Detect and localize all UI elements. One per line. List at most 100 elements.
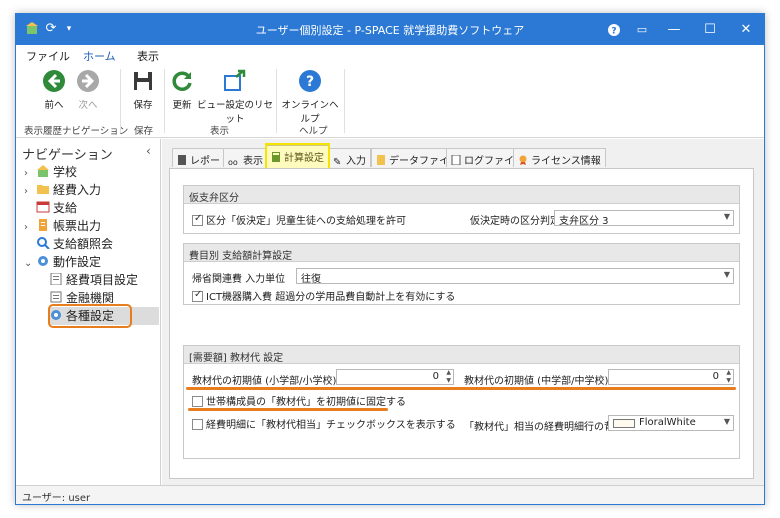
tab-input[interactable]: ✎ 入力: [328, 148, 371, 168]
nav-item-operation-settings[interactable]: ⌄ 動作設定: [24, 253, 101, 271]
nav-item-school[interactable]: › 学校: [24, 163, 77, 181]
folder-icon: [37, 185, 49, 194]
forward-arrow-icon: [77, 70, 99, 92]
app-window: ⟳ ▾ ユーザー個別設定 - P-SPACE 就学援助費ソフトウェア ? ▭ —…: [15, 13, 765, 505]
menu-bar: ファイル ホーム 表示: [16, 45, 764, 67]
refresh-icon: [172, 71, 192, 91]
back-arrow-icon: [43, 70, 65, 92]
minimize-button[interactable]: —: [656, 14, 692, 45]
online-help-label: オンラインヘルプ: [281, 100, 339, 125]
save-icon: [134, 72, 152, 90]
ribbon-separator: [344, 69, 345, 133]
ribbon: 前へ 次へ 表示履歴ナビゲーション 保存 保存 更新 ビュー設定のリセット 表示…: [16, 65, 764, 138]
status-bar: ユーザー: user: [16, 485, 764, 504]
group-header: 費目別 支給額計算設定: [184, 244, 739, 262]
provisional-group: 仮支弁区分 区分「仮決定」児童生徒への支給処理を許可 仮決定時の区分判定 支弁区…: [183, 185, 740, 234]
nav-title: ナビゲーション: [22, 148, 113, 163]
group-label-history: 表示履歴ナビゲーション: [24, 126, 129, 137]
svg-text:?: ?: [306, 74, 314, 90]
nav-item-payment[interactable]: 支給: [24, 199, 77, 217]
logfile-icon: [451, 155, 461, 165]
svg-text:?: ?: [611, 26, 616, 36]
chevron-down-icon: ▼: [723, 270, 730, 279]
bg-color-select[interactable]: FloralWhite ▼: [608, 415, 734, 431]
materials-group: [需要額] 教材代 設定 教材代の初期値 (小学部/小学校) 0 ▲ ▼ 教材代の初…: [183, 345, 740, 459]
elementary-materials-label: 教材代の初期値 (小学部/小学校): [192, 376, 337, 387]
magnifier-icon: [37, 237, 50, 249]
expense-calc-group: 費目別 支給額計算設定 帰省関連費 入力単位 往復▼ ICT機器購入費 超過分の…: [183, 243, 740, 305]
nav-item-expense-input[interactable]: › 経費入力: [24, 181, 101, 199]
back-label: 前へ: [44, 100, 64, 111]
status-user: ユーザー: user: [22, 493, 91, 504]
tab-display[interactable]: oo 表示: [223, 148, 268, 167]
ribbon-separator: [164, 69, 165, 133]
back-button[interactable]: 前へ: [36, 69, 72, 111]
expand-arrow-icon[interactable]: ›: [24, 222, 36, 233]
nav-item-expense-items[interactable]: 経費項目設定: [49, 271, 138, 289]
list-icon: [50, 273, 62, 285]
highlight-underline: [186, 387, 736, 390]
tab-license[interactable]: ライセンス情報: [513, 148, 606, 167]
online-help-button[interactable]: ? オンラインヘルプ: [280, 69, 340, 125]
chevron-down-icon: ▼: [723, 212, 730, 221]
junior-materials-label: 教材代の初期値 (中学部/中学校): [464, 376, 609, 387]
collapse-arrow-icon[interactable]: ⌄: [24, 258, 36, 269]
fix-materials-checkbox[interactable]: 世帯構成員の「教材代」を初期値に固定する: [192, 393, 406, 408]
refresh-button[interactable]: 更新: [168, 69, 196, 111]
content-area: レポート oo 表示 計算設定 ✎ 入力 データファイル ログファイル ライセンス情…: [162, 139, 764, 485]
reset-view-button[interactable]: ビュー設定のリセット: [196, 69, 274, 125]
reset-view-label: ビュー設定のリセット: [196, 100, 273, 125]
group-label-view: 表示: [210, 126, 230, 137]
junior-materials-spinner[interactable]: 0 ▲ ▼: [608, 369, 734, 385]
expand-arrow-icon[interactable]: ›: [24, 186, 36, 197]
spinner-arrows-icon[interactable]: ▲ ▼: [726, 369, 731, 385]
group-label-help: ヘルプ: [299, 126, 328, 137]
provisional-category-label: 仮決定時の区分判定: [470, 216, 560, 227]
unit-select[interactable]: 往復 ▼: [296, 268, 734, 285]
pencil-icon: ✎: [333, 157, 342, 168]
show-materials-checkbox[interactable]: 経費明細に「教材代相当」チェックボックスを表示する: [192, 416, 456, 431]
nav-item-report-output[interactable]: › 帳票出力: [24, 217, 101, 235]
nav-item-payment-inquiry[interactable]: 支給額照会: [24, 235, 113, 253]
elementary-materials-spinner[interactable]: 0 ▲ ▼: [336, 369, 454, 385]
save-button[interactable]: 保存: [128, 69, 158, 111]
expand-arrow-icon[interactable]: ›: [24, 168, 36, 179]
refresh-label: 更新: [172, 100, 192, 111]
datafile-icon: [377, 155, 385, 165]
unit-label: 帰省関連費 入力単位: [192, 274, 286, 285]
ribbon-separator: [276, 69, 277, 133]
title-bar: ⟳ ▾ ユーザー個別設定 - P-SPACE 就学援助費ソフトウェア ? ▭ —…: [16, 14, 764, 45]
calc-settings-panel: 仮支弁区分 区分「仮決定」児童生徒への支給処理を許可 仮決定時の区分判定 支弁区…: [169, 168, 754, 479]
forward-button[interactable]: 次へ: [70, 69, 106, 111]
menu-file[interactable]: ファイル: [26, 48, 70, 64]
report-tab-icon: [178, 155, 186, 165]
gear-icon: [38, 256, 48, 266]
license-icon: [519, 155, 527, 165]
bank-icon: [50, 291, 62, 303]
color-swatch: [613, 419, 635, 428]
ict-auto-checkbox[interactable]: ICT機器購入費 超過分の学用品費自動計上を有効にする: [192, 288, 455, 303]
layout-icon[interactable]: ▭: [624, 14, 660, 45]
close-button[interactable]: ✕: [728, 14, 764, 45]
spinner-arrows-icon[interactable]: ▲ ▼: [446, 369, 451, 385]
forward-label: 次へ: [78, 100, 98, 111]
payment-icon: [36, 201, 50, 213]
group-header: 仮支弁区分: [184, 186, 739, 204]
highlight-box: [265, 143, 330, 170]
online-help-icon: ?: [299, 70, 321, 92]
provisional-category-select[interactable]: 支弁区分 3 ▼: [554, 210, 734, 227]
allow-provisional-checkbox[interactable]: 区分「仮決定」児童生徒への支給処理を許可: [192, 212, 406, 227]
display-tab-icon: oo: [228, 158, 238, 167]
highlight-underline: [188, 408, 388, 411]
menu-view[interactable]: 表示: [137, 48, 159, 64]
report-icon: [39, 219, 47, 231]
highlight-box: [48, 304, 132, 328]
group-header: [需要額] 教材代 設定: [184, 346, 739, 364]
school-icon: [37, 165, 49, 177]
maximize-button[interactable]: ☐: [692, 14, 728, 45]
group-label-save: 保存: [134, 126, 154, 137]
nav-collapse-icon[interactable]: ‹: [146, 144, 151, 158]
reset-view-icon: [224, 69, 246, 91]
save-label: 保存: [133, 100, 153, 111]
navigation-pane: ナビゲーション ‹ › 学校 › 経費入力 支給 › 帳票出力 支給額照会 ⌄ 動作設定…: [16, 139, 161, 485]
